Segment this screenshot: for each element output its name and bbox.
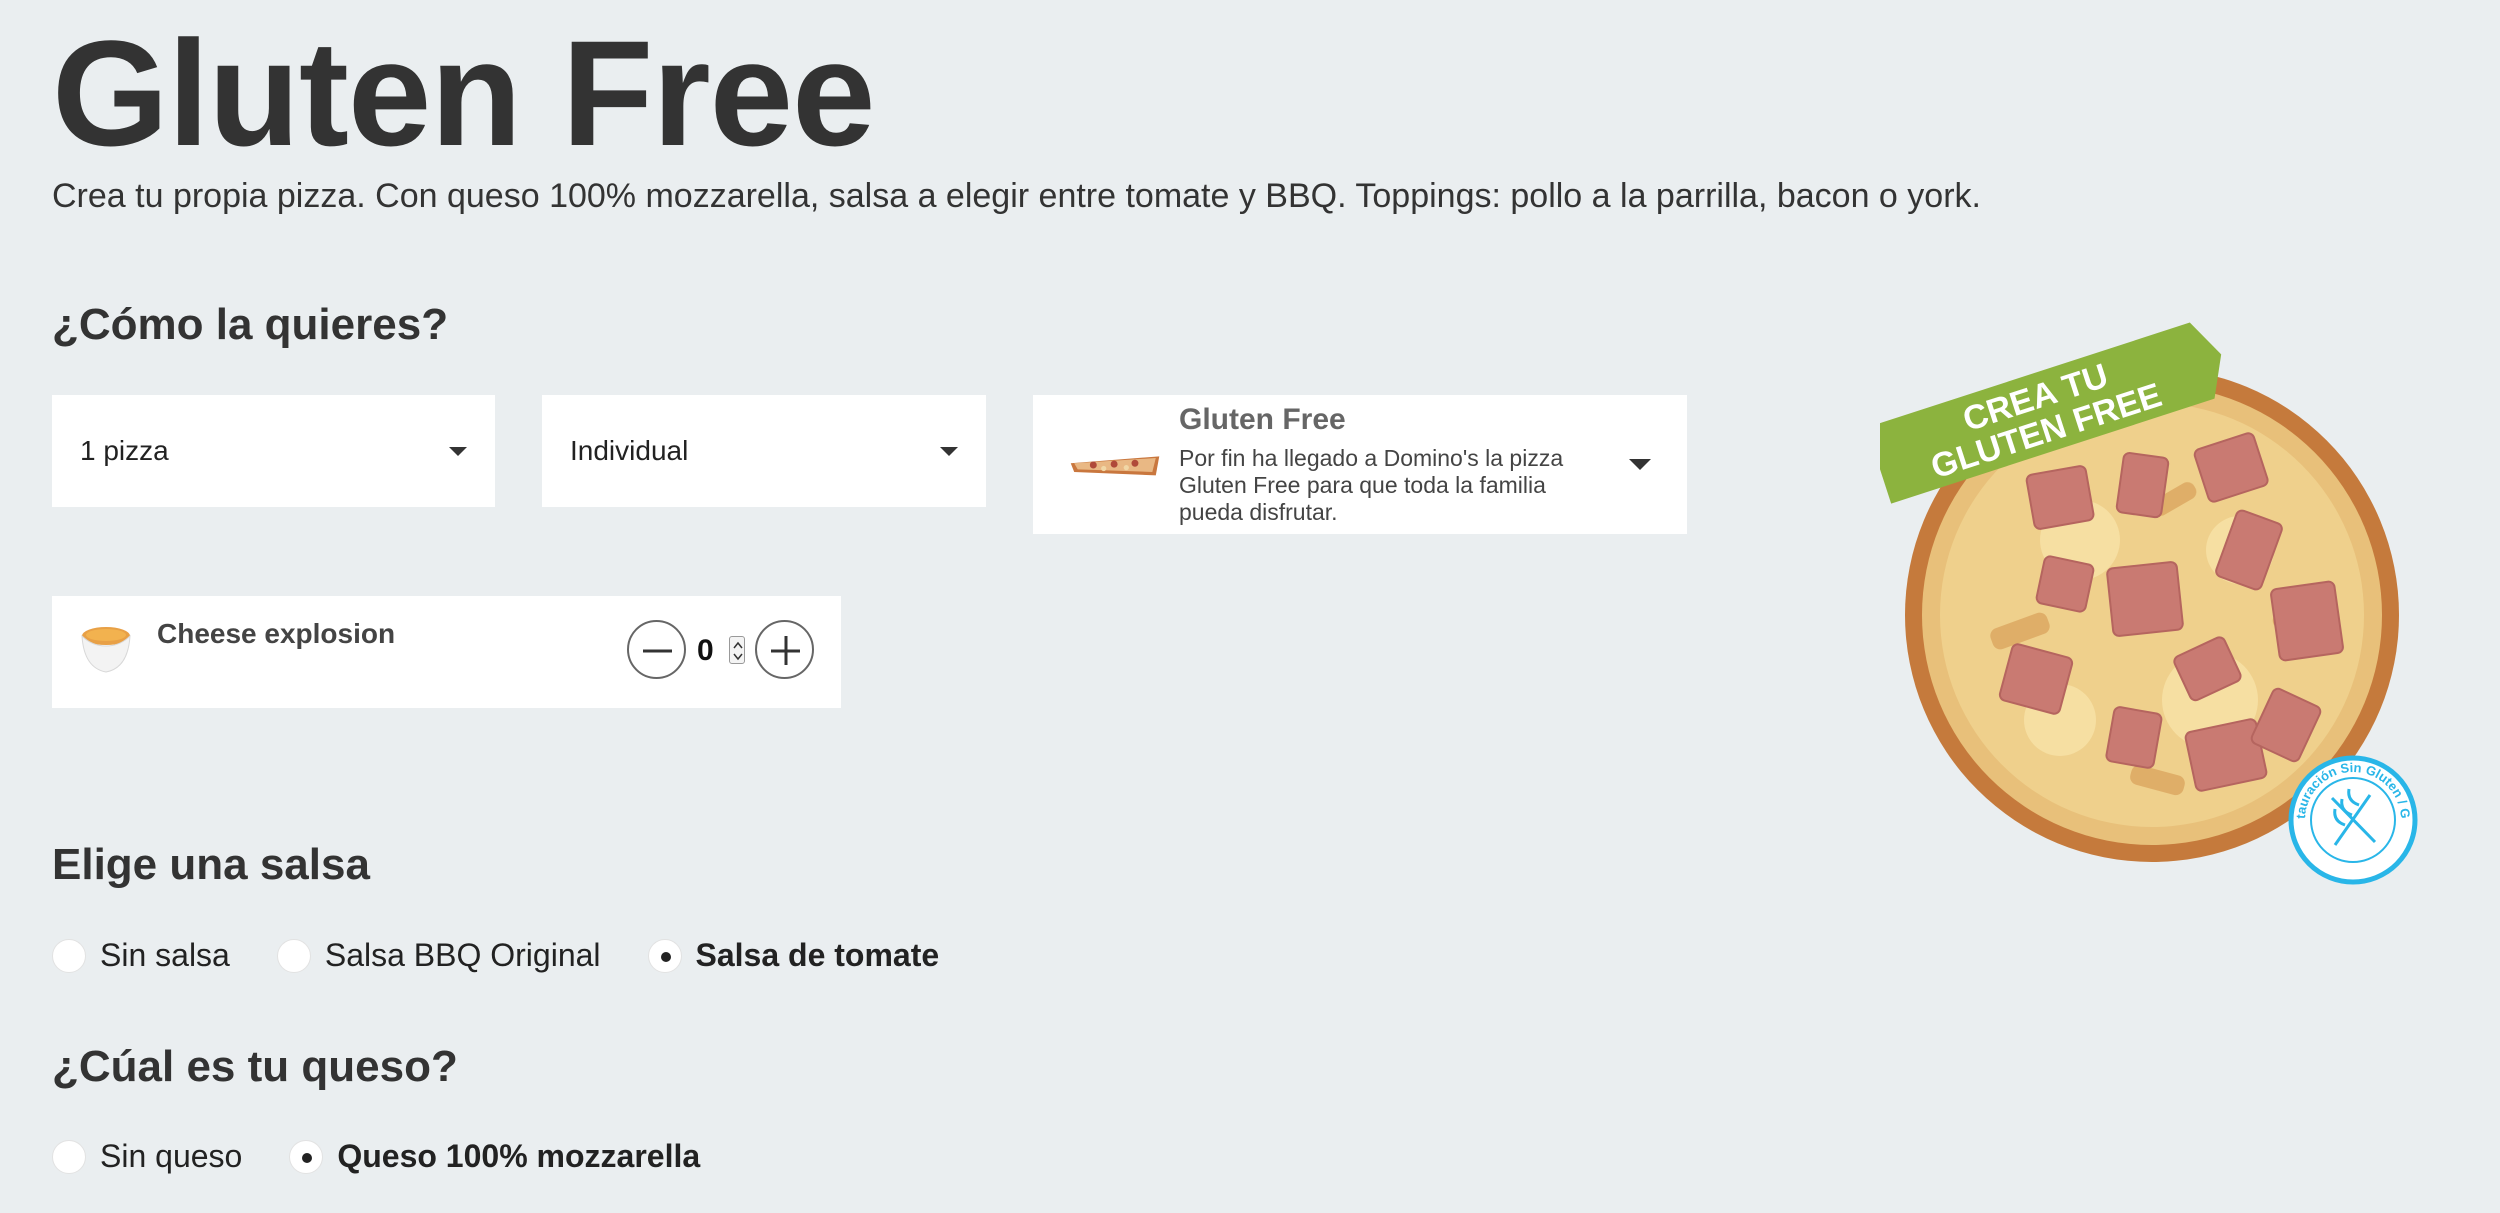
- crust-description: Por fin ha llegado a Domino's la pizza G…: [1179, 445, 1564, 525]
- decrement-button[interactable]: [627, 620, 686, 679]
- size-select-value: Individual: [570, 435, 689, 466]
- page-description: Crea tu propia pizza. Con queso 100% moz…: [52, 177, 1981, 215]
- chevron-down-icon: [940, 446, 958, 456]
- cheese-option-sin-queso[interactable]: Sin queso: [52, 1138, 242, 1175]
- cheese-options: Sin queso Queso 100% mozzarella: [52, 1138, 700, 1175]
- cheese-option-label[interactable]: Queso 100% mozzarella: [337, 1138, 700, 1175]
- sauce-option-bbq[interactable]: Salsa BBQ Original: [276, 937, 601, 974]
- page-title: Gluten Free: [52, 9, 875, 177]
- chevron-down-icon: [1629, 459, 1651, 470]
- size-select[interactable]: Individual: [542, 395, 986, 507]
- cheese-option-mozzarella[interactable]: Queso 100% mozzarella: [289, 1138, 700, 1175]
- extra-item: Cheese explosion 0: [52, 596, 841, 708]
- plus-icon: [771, 636, 800, 665]
- radio-button[interactable]: [289, 1139, 324, 1174]
- cheese-section-title: ¿Cúal es tu queso?: [52, 1042, 458, 1091]
- order-section-title: ¿Cómo la quieres?: [52, 300, 449, 349]
- chevron-down-icon: [449, 446, 467, 456]
- radio-button[interactable]: [276, 938, 311, 973]
- sauce-option-sin-salsa[interactable]: Sin salsa: [52, 937, 230, 974]
- increment-button[interactable]: [755, 620, 814, 679]
- pizza-promo-image: CREA TU GLUTEN FREE FACE Restauración Si…: [1880, 320, 2418, 885]
- minus-icon: [643, 649, 672, 653]
- radio-button[interactable]: [52, 1139, 86, 1174]
- radio-button[interactable]: [52, 938, 86, 973]
- sauce-options: Sin salsa Salsa BBQ Original Salsa de to…: [52, 937, 939, 974]
- cheese-option-label[interactable]: Sin queso: [100, 1138, 242, 1175]
- sauce-option-label[interactable]: Salsa BBQ Original: [325, 937, 601, 974]
- quantity-value[interactable]: 0: [697, 634, 714, 668]
- sauce-option-label[interactable]: Salsa de tomate: [696, 937, 940, 974]
- crust-select[interactable]: Gluten Free Por fin ha llegado a Domino'…: [1033, 395, 1687, 534]
- pizza-slice-icon: [1070, 455, 1160, 475]
- sauce-section-title: Elige una salsa: [52, 840, 370, 889]
- radio-button[interactable]: [647, 938, 682, 973]
- quantity-select[interactable]: 1 pizza: [52, 395, 495, 507]
- crust-title: Gluten Free: [1179, 403, 1346, 437]
- quantity-select-value: 1 pizza: [80, 435, 169, 466]
- cheese-cup-icon: [81, 627, 131, 673]
- quantity-spinner[interactable]: [729, 636, 745, 664]
- sauce-option-tomate[interactable]: Salsa de tomate: [647, 937, 940, 974]
- extra-name: Cheese explosion: [157, 618, 396, 649]
- spinner-arrows-icon: [733, 641, 743, 661]
- sauce-option-label[interactable]: Sin salsa: [100, 937, 230, 974]
